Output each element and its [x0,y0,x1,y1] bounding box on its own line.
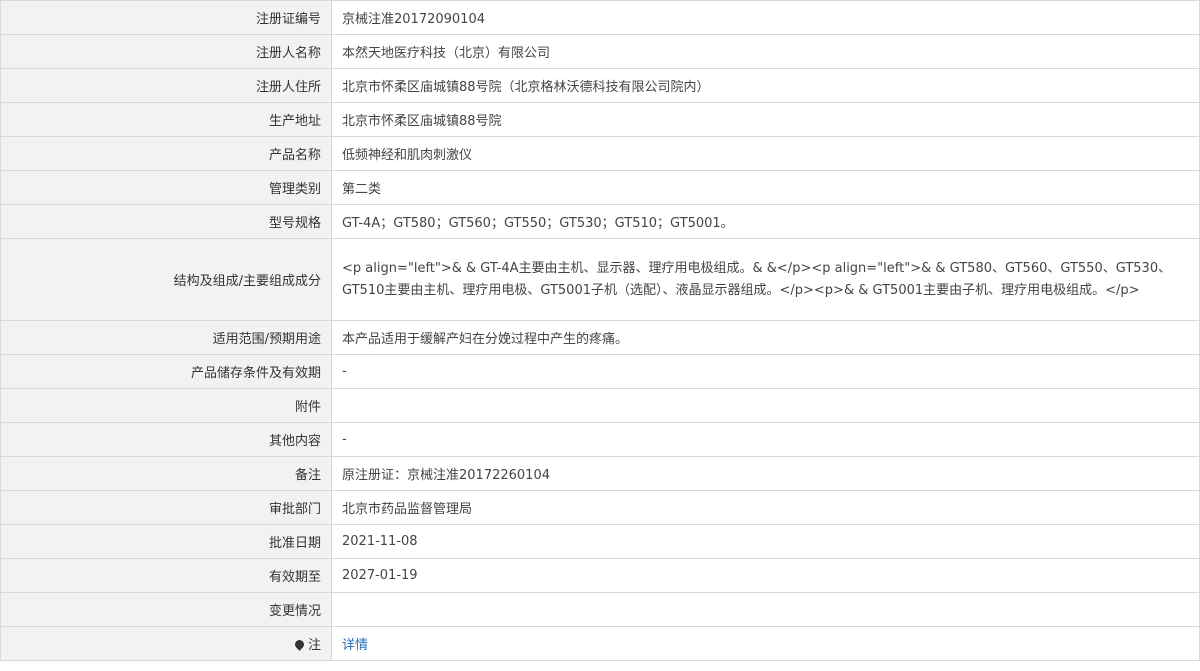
row-label: 其他内容 [0,422,332,457]
row-value: 2021-11-08 [331,524,1200,559]
row-label: 型号规格 [0,204,332,239]
row-intended-use: 适用范围/预期用途 本产品适用于缓解产妇在分娩过程中产生的疼痛。 [0,320,1200,355]
row-value: 京械注准20172090104 [331,0,1200,35]
row-label: 适用范围/预期用途 [0,320,332,355]
note-label-cell: 注 [0,626,332,661]
row-label: 备注 [0,456,332,491]
registration-info-table: 注册证编号 京械注准20172090104 注册人名称 本然天地医疗科技（北京）… [0,0,1200,661]
row-value: 低频神经和肌肉刺激仪 [331,136,1200,171]
row-value: 2027-01-19 [331,558,1200,593]
row-note: 注 详情 [0,626,1200,661]
row-value: - [331,354,1200,389]
row-value: GT-4A；GT580；GT560；GT550；GT530；GT510；GT50… [331,204,1200,239]
row-label: 批准日期 [0,524,332,559]
row-value: 北京市怀柔区庙城镇88号院 [331,102,1200,137]
row-label: 注册人名称 [0,34,332,69]
row-registration-number: 注册证编号 京械注准20172090104 [0,0,1200,35]
row-storage-validity: 产品储存条件及有效期 - [0,354,1200,389]
row-value [331,592,1200,627]
row-attachment: 附件 [0,388,1200,423]
row-value: <p align="left">& & GT-4A主要由主机、显示器、理疗用电极… [331,238,1200,321]
pin-icon [293,638,306,651]
row-label: 产品储存条件及有效期 [0,354,332,389]
row-value: 北京市怀柔区庙城镇88号院（北京格林沃德科技有限公司院内） [331,68,1200,103]
row-approval-department: 审批部门 北京市药品监督管理局 [0,490,1200,525]
row-value: 北京市药品监督管理局 [331,490,1200,525]
row-label: 变更情况 [0,592,332,627]
row-label: 结构及组成/主要组成成分 [0,238,332,321]
row-label: 注册人住所 [0,68,332,103]
row-label: 管理类别 [0,170,332,205]
row-value: 本产品适用于缓解产妇在分娩过程中产生的疼痛。 [331,320,1200,355]
row-model-spec: 型号规格 GT-4A；GT580；GT560；GT550；GT530；GT510… [0,204,1200,239]
row-value: 原注册证：京械注准20172260104 [331,456,1200,491]
note-value-cell: 详情 [331,626,1200,661]
row-registrant-address: 注册人住所 北京市怀柔区庙城镇88号院（北京格林沃德科技有限公司院内） [0,68,1200,103]
row-label: 产品名称 [0,136,332,171]
note-label: 注 [307,638,321,653]
row-value: 第二类 [331,170,1200,205]
row-approval-date: 批准日期 2021-11-08 [0,524,1200,559]
row-product-name: 产品名称 低频神经和肌肉刺激仪 [0,136,1200,171]
row-value: - [331,422,1200,457]
details-link[interactable]: 详情 [342,638,368,653]
row-management-category: 管理类别 第二类 [0,170,1200,205]
row-label: 注册证编号 [0,0,332,35]
row-production-address: 生产地址 北京市怀柔区庙城镇88号院 [0,102,1200,137]
row-label: 审批部门 [0,490,332,525]
row-other-content: 其他内容 - [0,422,1200,457]
row-value [331,388,1200,423]
row-change-history: 变更情况 [0,592,1200,627]
row-valid-until: 有效期至 2027-01-19 [0,558,1200,593]
row-registrant-name: 注册人名称 本然天地医疗科技（北京）有限公司 [0,34,1200,69]
row-remarks: 备注 原注册证：京械注准20172260104 [0,456,1200,491]
row-label: 附件 [0,388,332,423]
row-value: 本然天地医疗科技（北京）有限公司 [331,34,1200,69]
row-label: 有效期至 [0,558,332,593]
row-label: 生产地址 [0,102,332,137]
row-structure-composition: 结构及组成/主要组成成分 <p align="left">& & GT-4A主要… [0,238,1200,321]
